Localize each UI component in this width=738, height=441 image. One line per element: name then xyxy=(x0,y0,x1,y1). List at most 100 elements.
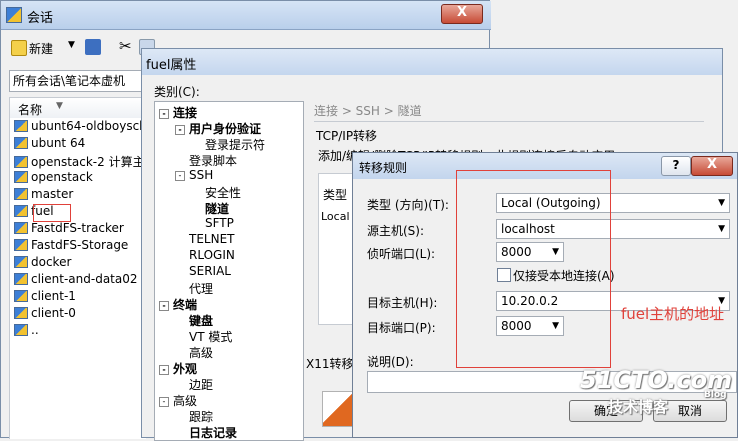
tree-node-label: 登录提示符 xyxy=(205,138,266,152)
session-close-button[interactable]: X xyxy=(441,4,483,24)
tree-node-label: 终端 xyxy=(173,298,198,312)
tree-node[interactable]: - 连接 xyxy=(159,104,197,121)
tree-node[interactable]: RLOGIN xyxy=(189,248,235,262)
app-icon xyxy=(6,7,22,23)
connect-icon[interactable] xyxy=(85,39,101,55)
tree-node-label: 用户身份验证 xyxy=(189,122,262,136)
session-list-item[interactable]: openstack-2 计算主机 xyxy=(14,153,146,170)
watermark-line2: 技术博客 xyxy=(608,398,669,416)
tree-node-label: 边距 xyxy=(189,378,214,392)
session-name: FastdFS-tracker xyxy=(31,221,124,235)
target-host-label: 目标主机(H): xyxy=(367,296,438,310)
collapse-icon[interactable]: - xyxy=(175,125,185,135)
collapse-icon[interactable]: - xyxy=(159,365,169,375)
session-window-titlebar[interactable]: 会话 X xyxy=(1,1,491,30)
session-list-item[interactable]: master xyxy=(14,187,73,204)
watermark-line3: Blog xyxy=(704,390,727,400)
collapse-icon[interactable]: - xyxy=(159,397,169,407)
chevron-down-icon[interactable]: ▼ xyxy=(68,40,75,50)
tree-node-label: 安全性 xyxy=(205,186,242,200)
session-icon xyxy=(14,137,28,149)
tree-node-label: 高级 xyxy=(173,394,198,408)
tree-node-label: 登录脚本 xyxy=(189,154,238,168)
session-name: openstack xyxy=(31,170,93,184)
session-list-item[interactable]: client-0 xyxy=(14,306,76,323)
session-icon xyxy=(14,156,28,168)
tree-node[interactable]: 键盘 xyxy=(189,312,213,329)
collapse-icon[interactable]: - xyxy=(175,171,185,181)
tree-node-label: 高级 xyxy=(189,346,214,360)
source-host-label: 源主机(S): xyxy=(367,224,425,238)
type-label: 类型 (方向)(T): xyxy=(367,198,449,212)
tree-node[interactable]: 高级 xyxy=(189,344,213,361)
tree-node[interactable]: SERIAL xyxy=(189,264,231,278)
session-name: client-and-data02 xyxy=(31,272,138,286)
x11-label: X11转移 xyxy=(306,357,354,371)
column-name-header[interactable]: 名称 xyxy=(18,101,42,118)
tree-node[interactable]: - 外观 xyxy=(159,360,197,377)
tree-node[interactable]: 边距 xyxy=(189,376,213,393)
session-name: ubunt 64 xyxy=(31,136,86,150)
session-list-item[interactable]: openstack xyxy=(14,170,93,187)
session-list-header[interactable]: 名称 ▼ xyxy=(9,97,147,119)
help-button[interactable]: ? xyxy=(661,156,691,176)
tree-node[interactable]: 日志记录 xyxy=(189,424,237,440)
tree-node[interactable]: - 终端 xyxy=(159,296,197,313)
tree-node[interactable]: - 用户身份验证 xyxy=(175,120,261,137)
tree-node[interactable]: 登录提示符 xyxy=(205,136,265,153)
session-list-item[interactable]: ubunt64-oldboyschool xyxy=(14,119,146,136)
session-list-item[interactable]: client-and-data02 xyxy=(14,272,138,289)
fuel-highlight-box xyxy=(33,204,71,222)
tree-node-label: 外观 xyxy=(173,362,198,376)
tree-node[interactable]: 登录脚本 xyxy=(189,152,237,169)
listen-port-label: 侦听端口(L): xyxy=(367,247,436,261)
tree-node[interactable]: SFTP xyxy=(205,216,234,230)
session-list-item[interactable]: FastdFS-tracker xyxy=(14,221,124,238)
tree-node[interactable]: 安全性 xyxy=(205,184,241,201)
tree-node-label: SFTP xyxy=(205,216,234,230)
tree-node[interactable]: VT 模式 xyxy=(189,328,232,345)
tree-node[interactable]: - 高级 xyxy=(159,392,197,409)
session-list-item[interactable]: ubunt 64 xyxy=(14,136,85,153)
new-session-button[interactable]: 新建 xyxy=(29,40,53,57)
session-list[interactable]: ubunt64-oldboyschool ubunt 64 openstack-2 … xyxy=(9,118,146,439)
properties-titlebar[interactable]: fuel属性 xyxy=(142,49,722,75)
tree-node[interactable]: - SSH xyxy=(175,168,213,182)
section-title: TCP/IP转移 xyxy=(316,129,378,143)
tree-node[interactable]: TELNET xyxy=(189,232,235,246)
rule-dialog-title: 转移规则 xyxy=(359,161,408,175)
session-icon xyxy=(14,239,28,251)
session-icon xyxy=(14,290,28,302)
properties-title: fuel属性 xyxy=(146,58,197,73)
session-list-item[interactable]: FastdFS-Storage xyxy=(14,238,128,255)
session-list-item[interactable]: .. xyxy=(14,323,39,340)
collapse-icon[interactable]: - xyxy=(159,301,169,311)
watermark: 51CTO.com 技术博客 Blog xyxy=(580,366,732,416)
tree-node-label: 连接 xyxy=(173,106,198,120)
annotation-text: fuel主机的地址 xyxy=(621,305,725,323)
tree-node-label: 代理 xyxy=(189,282,214,296)
session-name: FastdFS-Storage xyxy=(31,238,129,252)
target-port-label: 目标端口(P): xyxy=(367,321,436,335)
tree-node-label: RLOGIN xyxy=(189,248,235,262)
session-name: ubunt64-oldboyschool xyxy=(31,119,146,133)
tree-node[interactable]: 代理 xyxy=(189,280,213,297)
session-list-item[interactable]: client-1 xyxy=(14,289,76,306)
session-icon xyxy=(14,120,28,132)
tree-node-label: 跟踪 xyxy=(189,410,214,424)
annotation-box xyxy=(456,170,611,368)
session-name: master xyxy=(31,187,74,201)
session-name: openstack-2 计算主机 xyxy=(31,155,146,169)
rule-close-button[interactable]: X xyxy=(691,156,733,176)
session-icon xyxy=(14,205,28,217)
tree-node-label: 隧道 xyxy=(205,202,230,216)
tree-node[interactable]: 跟踪 xyxy=(189,408,213,425)
session-list-item[interactable]: docker xyxy=(14,255,71,272)
category-tree[interactable]: - 连接 - 用户身份验证 登录提示符 登录脚本 - SSH 安全性 隧道 SFTP TELNET RL… xyxy=(154,101,304,441)
cut-icon[interactable]: ✂ xyxy=(119,37,132,55)
chevron-down-icon: ▼ xyxy=(718,198,725,208)
session-icon xyxy=(14,273,28,285)
collapse-icon[interactable]: - xyxy=(159,109,169,119)
rule-list-item[interactable]: Local xyxy=(321,210,350,223)
tree-node[interactable]: 隧道 xyxy=(205,200,229,217)
